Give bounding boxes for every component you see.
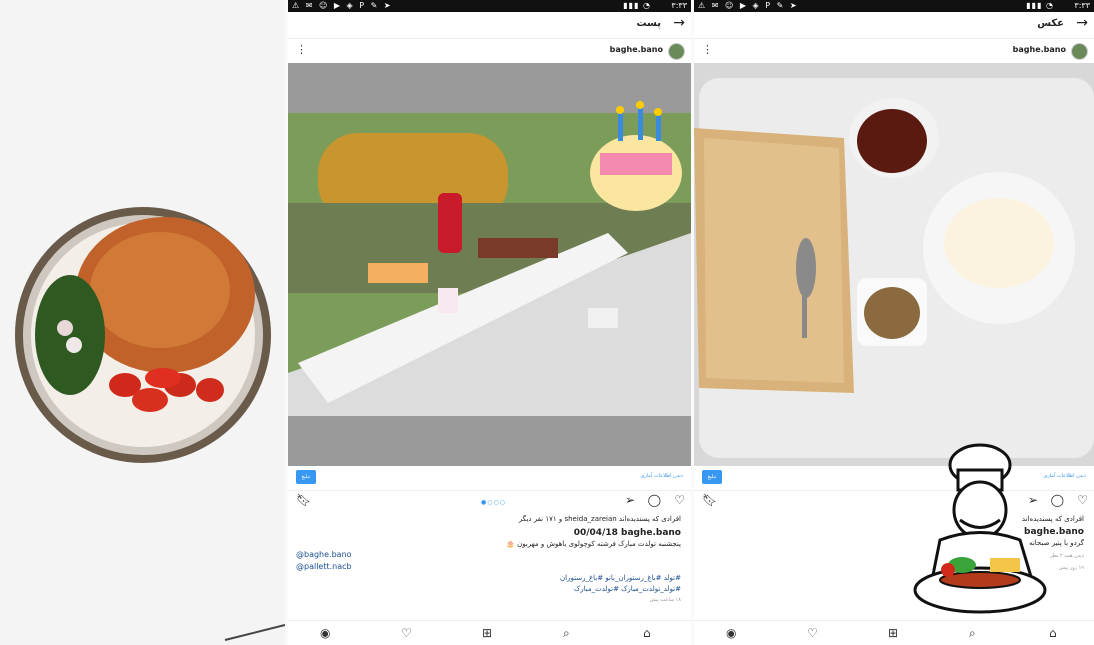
promote-button[interactable]: تبلیغ (702, 470, 722, 484)
like-heart-icon[interactable]: ♡ (674, 493, 685, 507)
post-time: ۱۹ روز پیش (1058, 565, 1084, 571)
avatar[interactable] (1071, 43, 1088, 60)
caption-text: پنجشنبه تولدت مبارک فرشته کوچولوی باهوش … (506, 540, 681, 548)
home-nav-icon[interactable]: ⌂ (643, 626, 651, 640)
carousel-dots: ●○○○ (481, 499, 506, 506)
add-post-nav-icon[interactable]: ⊞ (482, 626, 492, 640)
home-nav-icon[interactable]: ⌂ (1049, 626, 1057, 640)
plate-image (0, 0, 285, 645)
search-nav-icon[interactable]: ⌕ (969, 626, 976, 641)
back-arrow-icon[interactable]: → (1076, 15, 1088, 31)
bookmark-icon[interactable]: 🔖︎ (296, 493, 311, 507)
notification-icons: ⚠ ✉ ☺ ▶ ◈ P ✎ ➤ (698, 1, 799, 10)
hashtags-line-1[interactable]: #تولد #باغ_رستوران_بانو #باغ_رستوران (560, 574, 681, 582)
post-header: ⋮ baghe.bano (694, 40, 1094, 62)
activity-nav-icon[interactable]: ♡ (401, 626, 412, 640)
mention-1[interactable]: @baghe.bano (296, 550, 352, 559)
post-username[interactable]: baghe.bano (1013, 45, 1066, 54)
profile-nav-icon[interactable]: ◉ (726, 626, 736, 640)
signal-icon: ▮▮▮ ◔ (1026, 1, 1054, 10)
post-time: ۱۸ ساعت پیش (649, 597, 681, 603)
caption-user[interactable]: 00/04/18 baghe.bano (574, 528, 681, 538)
page-title: عکس (1037, 18, 1064, 29)
post-header: ⋮ baghe.bano (288, 40, 691, 62)
activity-nav-icon[interactable]: ♡ (807, 626, 818, 640)
clock: ۳:۳۳ (671, 1, 687, 10)
instagram-post-panel-1: ⚠ ✉ ☺ ▶ ◈ P ✎ ➤ ▮▮▮ ◔ ۳:۳۳ پست → ⋮ baghe… (288, 0, 691, 645)
view-insights-link[interactable]: دیدن اطلاعات آماری (640, 473, 683, 479)
profile-nav-icon[interactable]: ◉ (320, 626, 330, 640)
search-nav-icon[interactable]: ⌕ (563, 626, 570, 641)
hashtags-line-2[interactable]: #تولد_تولدت_مبارک #تولدت_مبارک (574, 585, 681, 593)
promote-button[interactable]: تبلیغ (296, 470, 316, 484)
share-icon[interactable]: ➢ (625, 493, 635, 507)
post-image[interactable] (694, 63, 1094, 466)
chef-mascot-icon (913, 443, 1047, 614)
top-bar: پست → (288, 12, 691, 39)
post-image[interactable] (288, 63, 691, 466)
post-username[interactable]: baghe.bano (610, 45, 663, 54)
top-bar: عکس → (694, 12, 1094, 39)
more-options-icon[interactable]: ⋮ (702, 43, 713, 56)
page-title: پست (636, 18, 661, 29)
mention-2[interactable]: @pallett.nacb (296, 562, 352, 571)
add-post-nav-icon[interactable]: ⊞ (888, 626, 898, 640)
clock: ۳:۳۳ (1074, 1, 1090, 10)
bottom-nav: ◉ ♡ ⊞ ⌕ ⌂ (288, 620, 691, 645)
insights-bar: تبلیغ دیدن اطلاعات آماری (288, 466, 691, 491)
status-bar: ⚠ ✉ ☺ ▶ ◈ P ✎ ➤ ▮▮▮ ◔ ۳:۳۳ (288, 0, 691, 12)
like-heart-icon[interactable]: ♡ (1077, 493, 1088, 507)
back-arrow-icon[interactable]: → (673, 15, 685, 31)
bottom-nav: ◉ ♡ ⊞ ⌕ ⌂ (694, 620, 1094, 645)
comment-icon[interactable]: ◯ (648, 493, 661, 507)
liked-by-text[interactable]: افرادی که پسندیده‌اند sheida_zareian و ۱… (519, 515, 681, 523)
signal-icon: ▮▮▮ ◔ (623, 1, 651, 10)
avatar[interactable] (668, 43, 685, 60)
more-options-icon[interactable]: ⋮ (296, 43, 307, 56)
status-bar: ⚠ ✉ ☺ ▶ ◈ P ✎ ➤ ▮▮▮ ◔ ۳:۳۳ (694, 0, 1094, 12)
notification-icons: ⚠ ✉ ☺ ▶ ◈ P ✎ ➤ (292, 1, 393, 10)
bookmark-icon[interactable]: 🔖︎ (702, 493, 717, 507)
food-photo-left (0, 0, 285, 645)
